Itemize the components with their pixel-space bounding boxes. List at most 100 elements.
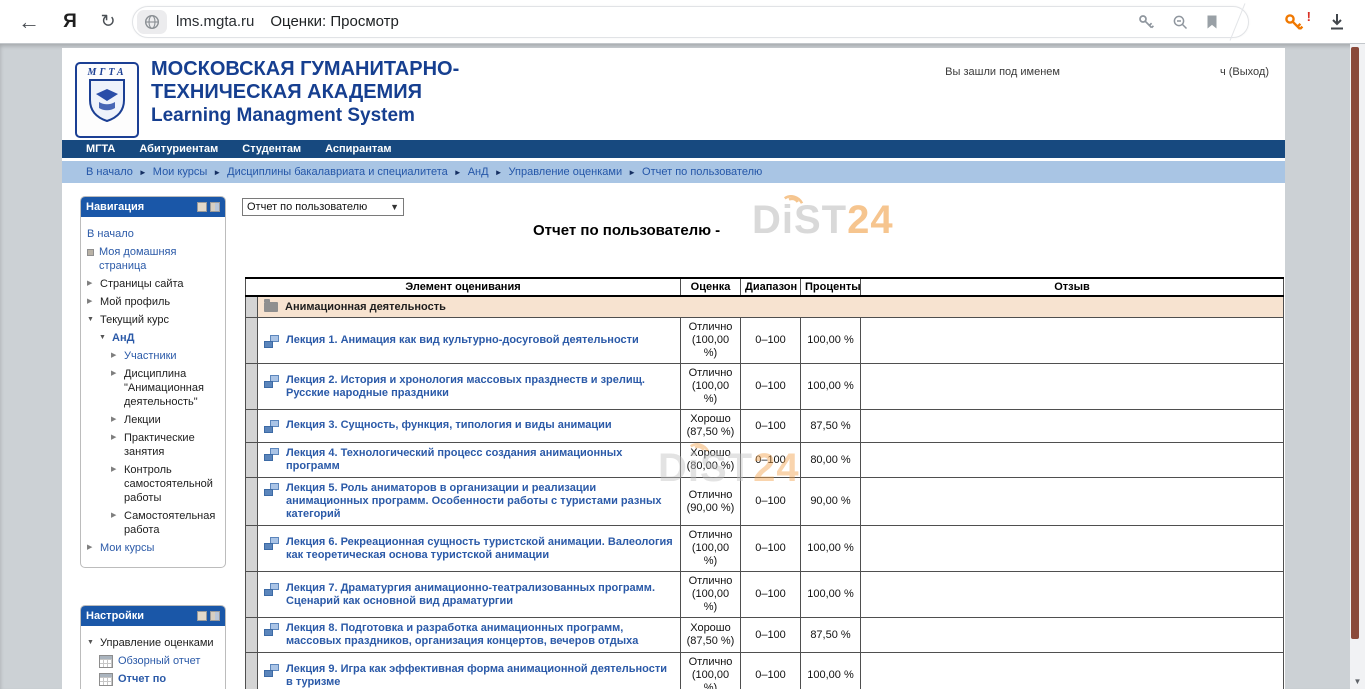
lesson-link[interactable]: Лекция 8. Подготовка и разработка анимац… xyxy=(286,622,674,648)
breadcrumb-separator: ► xyxy=(628,168,636,177)
breadcrumb-separator: ► xyxy=(495,168,503,177)
breadcrumb-disciplines[interactable]: Дисциплины бакалавриата и специалитета xyxy=(227,166,448,178)
lesson-link[interactable]: Лекция 9. Игра как эффективная форма ани… xyxy=(286,663,674,689)
menu-item-abiturientam[interactable]: Абитуриентам xyxy=(139,143,218,155)
breadcrumb-my-courses[interactable]: Мои курсы xyxy=(153,166,207,178)
breadcrumb-grade-admin[interactable]: Управление оценками xyxy=(509,166,623,178)
table-row: Лекция 1. Анимация как вид культурно-дос… xyxy=(246,318,1284,364)
sidebar-item-site-pages[interactable]: Страницы сайта xyxy=(87,275,221,293)
block-minimize-icon[interactable] xyxy=(197,611,207,621)
sidebar-item-and-course[interactable]: АнД xyxy=(87,329,221,347)
sidebar-item-practical[interactable]: Практические занятия xyxy=(87,429,221,461)
feedback-cell xyxy=(861,526,1284,572)
lesson-link[interactable]: Лекция 2. История и хронология массовых … xyxy=(286,374,674,400)
col-header-item: Элемент оценивания xyxy=(246,278,681,296)
table-row: Лекция 9. Игра как эффективная форма ани… xyxy=(246,653,1284,689)
report-heading: Отчет по пользователю - xyxy=(533,222,720,239)
sidebar-item-my-profile[interactable]: Мой профиль xyxy=(87,293,221,311)
lesson-link[interactable]: Лекция 7. Драматургия анимационно-театра… xyxy=(286,582,674,608)
download-icon[interactable] xyxy=(1327,12,1347,31)
settings-item-grade-admin[interactable]: Управление оценками xyxy=(87,634,221,652)
site-globe-icon[interactable] xyxy=(137,10,167,34)
alert-exclamation: ! xyxy=(1307,9,1311,24)
sidebar-item-discipline[interactable]: Дисциплина "Анимационная деятельность" xyxy=(87,365,221,411)
block-dock-icon[interactable] xyxy=(210,202,220,212)
feedback-cell xyxy=(861,618,1284,653)
password-key-icon[interactable] xyxy=(1137,13,1155,31)
sidebar-item-control[interactable]: Контроль самостоятельной работы xyxy=(87,461,221,507)
sidebar-item-home[interactable]: В начало xyxy=(87,225,221,243)
sidebar-item-my-courses[interactable]: Мои курсы xyxy=(87,539,221,557)
report-type-value: Отчет по пользователю xyxy=(247,201,367,213)
scrollbar-down-arrow[interactable] xyxy=(1350,675,1365,688)
lesson-icon xyxy=(264,537,279,550)
breadcrumb-separator: ► xyxy=(213,168,221,177)
bookmark-icon[interactable] xyxy=(1205,14,1219,30)
col-header-grade: Оценка xyxy=(681,278,741,296)
block-dock-icon[interactable] xyxy=(210,611,220,621)
feedback-cell xyxy=(861,572,1284,618)
feedback-cell xyxy=(861,410,1284,443)
chevron-right-icon xyxy=(87,277,95,290)
navigation-block-header: Навигация xyxy=(81,197,225,217)
breadcrumb-separator: ► xyxy=(454,168,462,177)
back-icon[interactable]: ← xyxy=(16,9,42,35)
settings-item-overview-report[interactable]: Обзорный отчет xyxy=(87,652,221,670)
menu-item-studentam[interactable]: Студентам xyxy=(242,143,301,155)
table-row: Лекция 3. Сущность, функция, типология и… xyxy=(246,410,1284,443)
address-bar[interactable]: lms.mgta.ru Оценки: Просмотр xyxy=(132,6,1249,38)
grade-table: Элемент оценивания Оценка Диапазон Проце… xyxy=(245,277,1284,689)
lesson-icon xyxy=(264,623,279,636)
yandex-browser-icon[interactable]: Я xyxy=(58,11,82,33)
chevron-right-icon xyxy=(111,509,119,522)
password-alert-key-icon[interactable]: ! xyxy=(1283,12,1305,32)
sidebar-item-participants[interactable]: Участники xyxy=(87,347,221,365)
lesson-icon xyxy=(264,583,279,596)
lesson-icon xyxy=(264,335,279,348)
lesson-link[interactable]: Лекция 1. Анимация как вид культурно-дос… xyxy=(286,334,639,347)
login-status: Вы зашли под именем ч (Выход) xyxy=(945,66,1269,78)
chevron-right-icon xyxy=(111,367,119,380)
lesson-link[interactable]: Лекция 5. Роль аниматоров в организации … xyxy=(286,482,674,521)
breadcrumb-user-report[interactable]: Отчет по пользователю xyxy=(642,166,762,178)
refresh-icon[interactable]: ↻ xyxy=(96,11,120,32)
site-content: МГТА МОСКОВСКАЯ ГУМАНИТАРНО- ТЕХНИЧЕСКАЯ… xyxy=(62,48,1285,689)
report-table-icon xyxy=(99,655,113,668)
menu-item-aspirantam[interactable]: Аспирантам xyxy=(325,143,391,155)
logout-link[interactable]: ч (Выход) xyxy=(1220,66,1269,78)
academy-title-line1: МОСКОВСКАЯ ГУМАНИТАРНО- xyxy=(151,58,459,81)
block-minimize-icon[interactable] xyxy=(197,202,207,212)
browser-toolbar: ← Я ↻ lms.mgta.ru Оценки: Просмотр ! xyxy=(0,0,1365,44)
url-host[interactable]: lms.mgta.ru xyxy=(176,13,254,30)
lesson-icon xyxy=(264,448,279,461)
breadcrumb-home[interactable]: В начало xyxy=(86,166,133,178)
scrollbar[interactable] xyxy=(1350,43,1365,689)
sidebar-item-dashboard[interactable]: Моя домашняя страница xyxy=(87,243,221,275)
chevron-right-icon xyxy=(111,413,119,426)
category-row: Анимационная деятельность xyxy=(246,296,1284,318)
chevron-down-icon xyxy=(99,331,107,344)
menu-item-mgta[interactable]: МГТА xyxy=(86,143,115,155)
sidebar-item-selfwork[interactable]: Самостоятельная работа xyxy=(87,507,221,539)
logo-text: МГТА xyxy=(77,67,137,78)
lesson-icon xyxy=(264,375,279,388)
report-type-select[interactable]: Отчет по пользователю ▼ xyxy=(242,198,404,216)
breadcrumb-separator: ► xyxy=(139,168,147,177)
sidebar-item-lectures[interactable]: Лекции xyxy=(87,411,221,429)
col-header-feedback: Отзыв xyxy=(861,278,1284,296)
login-prefix: Вы зашли под именем xyxy=(945,66,1060,78)
settings-block-header: Настройки xyxy=(81,606,225,626)
scrollbar-thumb[interactable] xyxy=(1351,47,1359,639)
settings-item-user-report[interactable]: Отчет по пользователю xyxy=(87,670,221,689)
zoom-page-icon[interactable] xyxy=(1171,13,1189,31)
report-table-icon xyxy=(99,673,113,686)
lesson-link[interactable]: Лекция 3. Сущность, функция, типология и… xyxy=(286,419,612,432)
lesson-link[interactable]: Лекция 4. Технологический процесс создан… xyxy=(286,447,674,473)
sidebar-item-current-course[interactable]: Текущий курс xyxy=(87,311,221,329)
lesson-link[interactable]: Лекция 6. Рекреационная сущность туристс… xyxy=(286,536,674,562)
chevron-right-icon xyxy=(87,295,95,308)
breadcrumb-and[interactable]: АнД xyxy=(468,166,489,178)
academy-title: МОСКОВСКАЯ ГУМАНИТАРНО- ТЕХНИЧЕСКАЯ АКАД… xyxy=(151,58,459,127)
breadcrumb: В начало ► Мои курсы ► Дисциплины бакала… xyxy=(62,161,1285,183)
feedback-cell xyxy=(861,478,1284,526)
